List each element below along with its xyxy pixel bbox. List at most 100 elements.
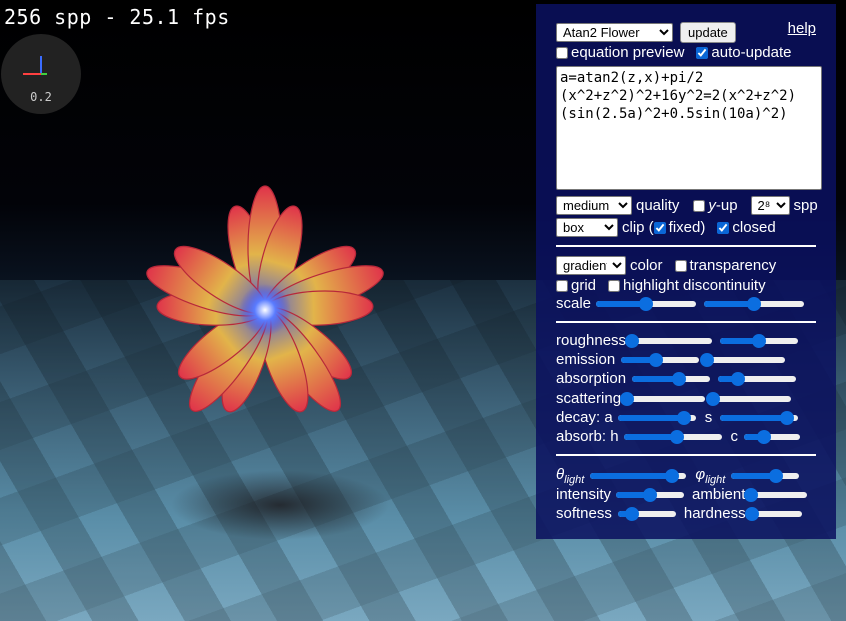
slider-thumb[interactable] — [625, 506, 640, 521]
y-up-checkbox[interactable] — [693, 199, 706, 212]
auto-update-checkbox[interactable] — [696, 46, 709, 59]
absorb-c-slider[interactable] — [744, 429, 801, 445]
light-angle-row: θlight φlight — [556, 466, 800, 486]
ambient-slider[interactable] — [744, 487, 808, 503]
grid-checkbox[interactable] — [556, 279, 568, 292]
equation-preview-label: equation preview — [571, 44, 685, 61]
quality-row: medium quality y -up 2⁸ spp — [556, 196, 818, 215]
axes-gizmo[interactable]: 0.2 — [1, 34, 81, 114]
closed-checkbox[interactable] — [717, 221, 730, 234]
y-up-label: -up — [715, 197, 738, 214]
scale-label: scale — [556, 295, 592, 312]
control-panel: Atan2 Flower update help equation previe… — [536, 4, 836, 539]
closed-label: closed — [732, 219, 776, 236]
absorb-row: absorb: h c — [556, 428, 801, 445]
emission-label: emission — [556, 351, 616, 368]
slider-thumb[interactable] — [706, 391, 721, 406]
scale-slider-2[interactable] — [704, 296, 805, 312]
slider-thumb[interactable] — [664, 469, 679, 483]
flower-shadow — [170, 470, 390, 540]
clip-row: box clip ( fixed) closed — [556, 218, 776, 237]
divider — [556, 454, 816, 456]
grid-label: grid — [571, 277, 597, 294]
slider-thumb[interactable] — [625, 333, 640, 348]
preset-select[interactable]: Atan2 Flower — [556, 23, 673, 42]
absorption-label: absorption — [556, 370, 627, 387]
grid-row: grid highlight discontinuity — [556, 277, 766, 294]
hardness-label: hardness — [683, 505, 746, 522]
highlight-discontinuity-label: highlight discontinuity — [623, 277, 766, 294]
slider-thumb[interactable] — [744, 506, 759, 521]
hardness-slider[interactable] — [744, 506, 802, 522]
ambient-label: ambient — [692, 486, 746, 503]
quality-label: quality — [636, 197, 680, 214]
intensity-slider[interactable] — [616, 487, 685, 503]
scattering-label: scattering — [556, 390, 622, 407]
phi-light-slider[interactable] — [731, 468, 800, 484]
scattering-row: scattering — [556, 390, 792, 407]
update-button[interactable]: update — [680, 22, 736, 43]
slider-thumb[interactable] — [747, 296, 762, 311]
roughness-slider-1[interactable] — [625, 333, 713, 349]
decay-a-label: decay: a — [556, 409, 613, 426]
slider-thumb[interactable] — [700, 352, 715, 367]
slider-thumb[interactable] — [643, 487, 658, 502]
decay-s-label: s — [704, 409, 713, 426]
quality-select[interactable]: medium — [556, 196, 632, 215]
clip-select[interactable]: box — [556, 218, 618, 237]
absorption-row: absorption — [556, 370, 797, 387]
color-row: gradient color transparency — [556, 256, 776, 275]
absorption-slider-1[interactable] — [632, 371, 711, 387]
intensity-label: intensity — [556, 486, 612, 503]
slider-thumb[interactable] — [677, 410, 692, 425]
softness-slider[interactable] — [617, 506, 676, 522]
absorb-c-label: c — [730, 428, 739, 445]
slider-thumb[interactable] — [752, 333, 767, 348]
slider-thumb[interactable] — [639, 296, 654, 311]
transparency-checkbox[interactable] — [674, 259, 687, 272]
theta-light-label: θlight — [556, 466, 585, 486]
equation-input[interactable] — [556, 66, 822, 190]
slider-thumb[interactable] — [768, 469, 783, 483]
decay-s-slider[interactable] — [720, 410, 799, 426]
absorption-slider-2[interactable] — [718, 371, 797, 387]
color-select[interactable]: gradient — [556, 256, 626, 275]
preset-row: Atan2 Flower update — [556, 22, 736, 43]
slider-thumb[interactable] — [779, 410, 794, 425]
scale-row: scale — [556, 295, 805, 312]
theta-light-slider[interactable] — [590, 468, 687, 484]
slider-thumb[interactable] — [649, 352, 664, 367]
clip-label: clip ( — [622, 219, 654, 236]
clip-fixed-label: fixed) — [668, 219, 706, 236]
fps-counter: 256 spp - 25.1 fps — [4, 5, 230, 29]
slider-thumb[interactable] — [670, 429, 685, 444]
slider-thumb[interactable] — [744, 487, 759, 502]
slider-thumb[interactable] — [730, 371, 745, 386]
y-up-label-y: y — [708, 197, 716, 214]
roughness-slider-2[interactable] — [720, 333, 799, 349]
scattering-slider-1[interactable] — [620, 391, 706, 407]
spp-select[interactable]: 2⁸ — [750, 196, 790, 215]
preview-row: equation preview auto-update — [556, 44, 792, 61]
scale-slider-1[interactable] — [596, 296, 697, 312]
help-link[interactable]: help — [788, 20, 816, 37]
decay-a-slider[interactable] — [617, 410, 696, 426]
spp-label: spp — [793, 197, 818, 214]
clip-fixed-checkbox[interactable] — [653, 221, 666, 234]
softness-row: softness hardness — [556, 505, 802, 522]
phi-light-label: φlight — [695, 466, 726, 486]
absorb-h-label: absorb: h — [556, 428, 619, 445]
divider — [556, 245, 816, 247]
emission-slider-2[interactable] — [700, 352, 786, 368]
color-label: color — [630, 257, 663, 274]
slider-thumb[interactable] — [756, 429, 771, 444]
absorb-h-slider[interactable] — [623, 429, 722, 445]
transparency-label: transparency — [689, 257, 777, 274]
equation-preview-checkbox[interactable] — [556, 46, 568, 59]
scattering-slider-2[interactable] — [706, 391, 792, 407]
slider-thumb[interactable] — [620, 391, 635, 406]
intensity-row: intensity ambient — [556, 486, 808, 503]
emission-slider-1[interactable] — [621, 352, 700, 368]
slider-thumb[interactable] — [671, 371, 686, 386]
highlight-discontinuity-checkbox[interactable] — [608, 279, 621, 292]
